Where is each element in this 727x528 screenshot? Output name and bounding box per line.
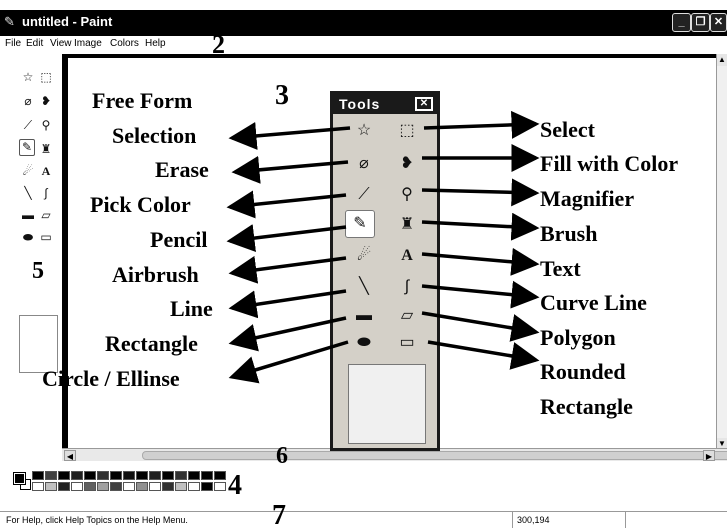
arrow-magnifier <box>421 178 540 207</box>
arrow-erase <box>231 155 349 184</box>
arrow-line <box>228 289 347 319</box>
arrow-brush <box>421 212 540 241</box>
arrow-curve <box>421 280 540 309</box>
arrow-rectangle <box>228 316 347 352</box>
arrow-select <box>423 110 540 139</box>
arrow-text <box>421 247 540 276</box>
arrow-selection <box>228 121 351 150</box>
arrow-rounded-rectangle <box>427 340 540 370</box>
arrow-pick-color <box>226 190 347 219</box>
annotation-arrows <box>226 110 540 384</box>
arrow-polygon <box>421 311 540 342</box>
arrow-ellipse <box>228 340 349 384</box>
arrow-pencil <box>226 224 347 252</box>
arrow-airbrush <box>228 255 347 284</box>
